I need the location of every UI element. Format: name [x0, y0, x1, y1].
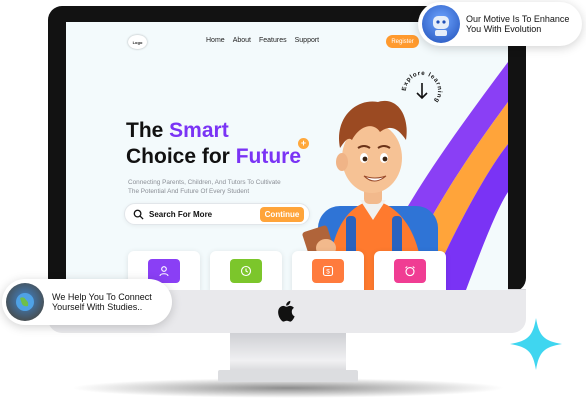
headline-line1: The: [126, 119, 170, 142]
feature-card-4[interactable]: [374, 251, 446, 290]
sparkle-icon: [510, 318, 562, 370]
alarm-icon: [394, 259, 426, 283]
continue-button[interactable]: Continue: [260, 207, 304, 222]
nav-home[interactable]: Home: [206, 37, 225, 44]
stage: Logo Home About Features Support Registe…: [0, 0, 586, 407]
subtitle-line1: Connecting Parents, Children, And Tutors…: [128, 179, 281, 186]
dollar-icon: $: [312, 259, 344, 283]
headline-accent-future: Future: [235, 145, 302, 168]
headline-accent-smart: Smart: [169, 119, 229, 142]
feature-card-3[interactable]: $: [292, 251, 364, 290]
app-screen: Logo Home About Features Support Registe…: [66, 22, 508, 290]
apple-logo-icon: [278, 300, 295, 322]
search-input[interactable]: Search For More: [149, 210, 212, 219]
feature-card-2[interactable]: [210, 251, 282, 290]
motive-line1: Our Motive Is To Enhance: [466, 14, 570, 24]
hero-headline: The Smart Choice for Future: [126, 118, 301, 170]
monitor-stand-base: [218, 370, 358, 382]
nav-features[interactable]: Features: [259, 37, 287, 44]
motive-text: Our Motive Is To Enhance You With Evolut…: [466, 14, 569, 34]
globe-avatar: [6, 283, 44, 321]
logo[interactable]: Logo: [128, 35, 147, 49]
clock-icon: [230, 259, 262, 283]
search-icon: [133, 209, 144, 220]
studies-badge: We Help You To Connect Yourself With Stu…: [2, 279, 172, 325]
motive-badge: Our Motive Is To Enhance You With Evolut…: [418, 2, 582, 46]
svg-text:$: $: [326, 269, 330, 276]
register-button[interactable]: Register: [386, 35, 419, 48]
hero-subtitle: Connecting Parents, Children, And Tutors…: [128, 178, 358, 196]
nav-support[interactable]: Support: [295, 37, 320, 44]
subtitle-line2: The Potential And Future Of Every Studen…: [128, 188, 250, 195]
plus-icon: +: [298, 138, 309, 149]
top-nav: Home About Features Support: [206, 37, 319, 44]
headline-line2: Choice for: [126, 145, 236, 168]
motive-line2: You With Evolution: [466, 24, 542, 34]
search-bar[interactable]: Search For More Continue: [124, 203, 310, 225]
studies-line1: We Help You To Connect: [52, 292, 152, 302]
nav-about[interactable]: About: [233, 37, 251, 44]
studies-line2: Yourself With Studies..: [52, 302, 143, 312]
robot-avatar: [422, 5, 460, 43]
studies-text: We Help You To Connect Yourself With Stu…: [52, 292, 152, 312]
